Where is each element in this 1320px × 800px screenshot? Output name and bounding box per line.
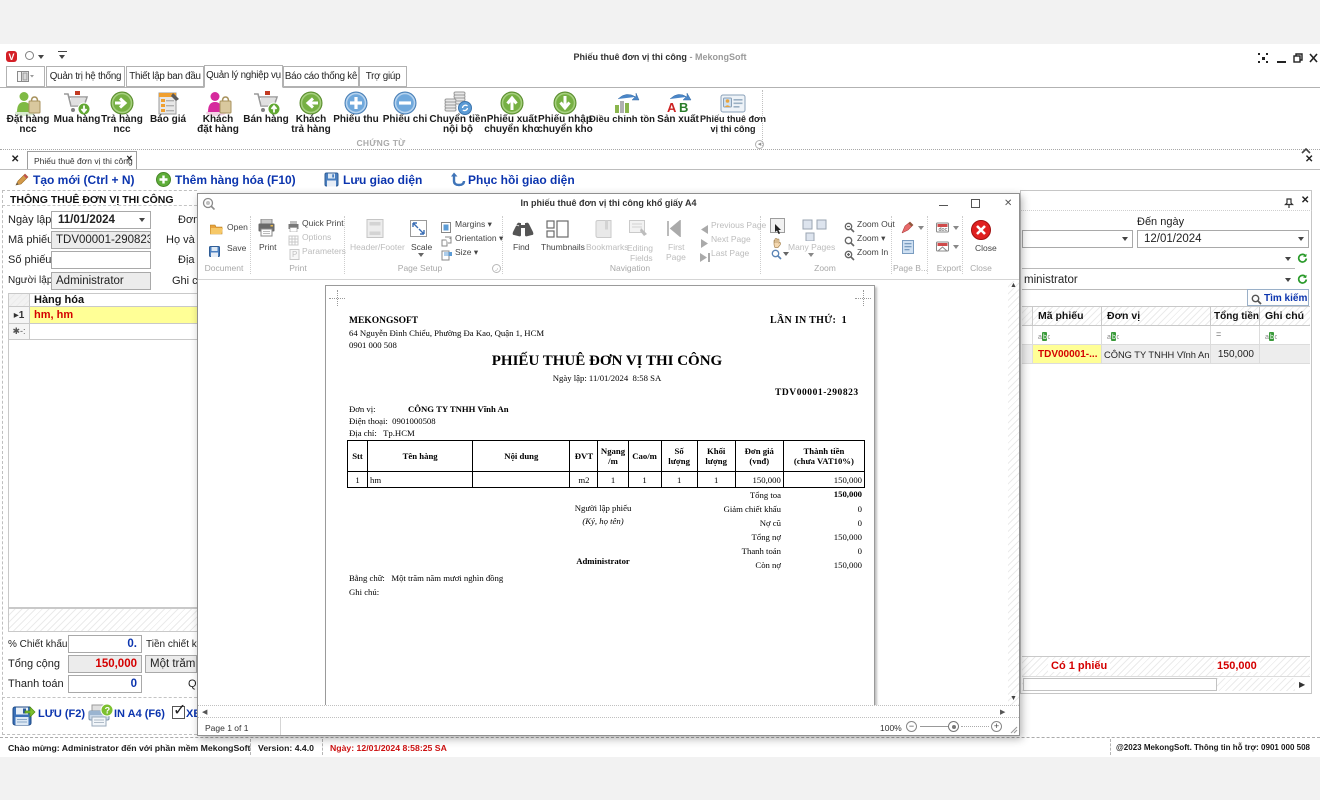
svg-text:c: c [1275,334,1278,341]
svg-text:A: A [667,100,677,115]
svg-text:?: ? [105,706,111,716]
svg-text:c: c [1117,334,1120,341]
svg-text:P: P [292,250,297,259]
svg-text:a: a [1107,334,1111,341]
svg-text:B: B [679,100,688,115]
svg-text:a: a [1038,334,1042,341]
svg-text:c: c [1048,334,1051,341]
svg-text:doc: doc [939,227,948,233]
svg-text:a: a [1265,334,1269,341]
svg-text:b: b [1112,334,1116,341]
svg-text:b: b [1270,334,1274,341]
svg-text:b: b [1043,334,1047,341]
